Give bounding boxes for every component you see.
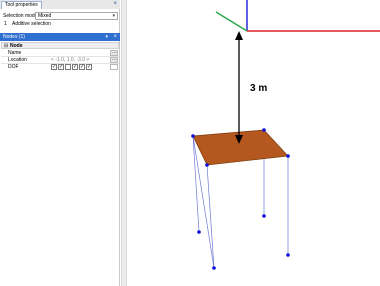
close-icon[interactable]: × (113, 33, 117, 41)
property-row-name[interactable]: Name … (1, 49, 119, 57)
ellipsis-icon: … (112, 49, 117, 55)
close-icon[interactable]: × (113, 1, 117, 8)
column[interactable] (192, 135, 200, 233)
scene-canvas[interactable]: 3 m (128, 0, 380, 286)
arrowhead-top (235, 31, 243, 40)
collapse-icon[interactable]: ⊟ (4, 43, 8, 49)
node-section-label: Node (10, 43, 23, 49)
dimension-label: 3 m (250, 83, 267, 94)
3d-viewport[interactable]: 3 m (128, 0, 380, 286)
selection-model-value: Mixed (38, 13, 52, 19)
selection-model-dropdown[interactable]: Mixed ▾ (35, 12, 118, 20)
node[interactable] (286, 253, 290, 257)
node[interactable] (205, 163, 209, 167)
additive-selection-row[interactable]: 1 Additive selection (2, 21, 118, 28)
node[interactable] (286, 154, 290, 158)
tab-tool-properties[interactable]: Tool properties (1, 1, 42, 9)
node[interactable] (262, 128, 266, 132)
nodes-panel-header: Nodes (1) ▾ × (0, 33, 120, 41)
ellipsis-icon: … (112, 56, 117, 62)
property-value[interactable]: < -1.0, 1.0, -3.0 > (51, 57, 89, 63)
property-key: Location (8, 57, 27, 63)
node-section-header[interactable]: ⊟ Node (1, 42, 119, 49)
node[interactable] (262, 214, 266, 218)
ellipsis-button[interactable]: … (110, 56, 118, 63)
selection-model-label: Selection model (3, 13, 39, 19)
node[interactable] (197, 230, 201, 234)
selection-model-row: Selection model Mixed ▾ (2, 12, 118, 20)
column[interactable] (206, 164, 215, 269)
axis-y-line (215, 11, 248, 32)
pin-icon[interactable]: ▾ (105, 33, 108, 41)
property-key: Name (8, 50, 22, 56)
additive-selection-label: Additive selection (12, 21, 51, 27)
property-grid-empty-area (1, 70, 119, 283)
tool-properties-panel: Tool properties × Selection model Mixed … (0, 0, 120, 286)
property-row-location[interactable]: Location < -1.0, 1.0, -3.0 > … (1, 56, 119, 64)
additive-selection-key: 1 (4, 21, 7, 27)
node[interactable] (191, 134, 195, 138)
chevron-down-icon: ▾ (112, 13, 115, 19)
tab-strip: Tool properties × (0, 0, 120, 9)
dimension-arrow (235, 31, 243, 144)
node[interactable] (212, 266, 216, 270)
vertical-scrollbar[interactable] (121, 0, 127, 286)
nodes-panel-title: Nodes (1) (3, 34, 25, 40)
